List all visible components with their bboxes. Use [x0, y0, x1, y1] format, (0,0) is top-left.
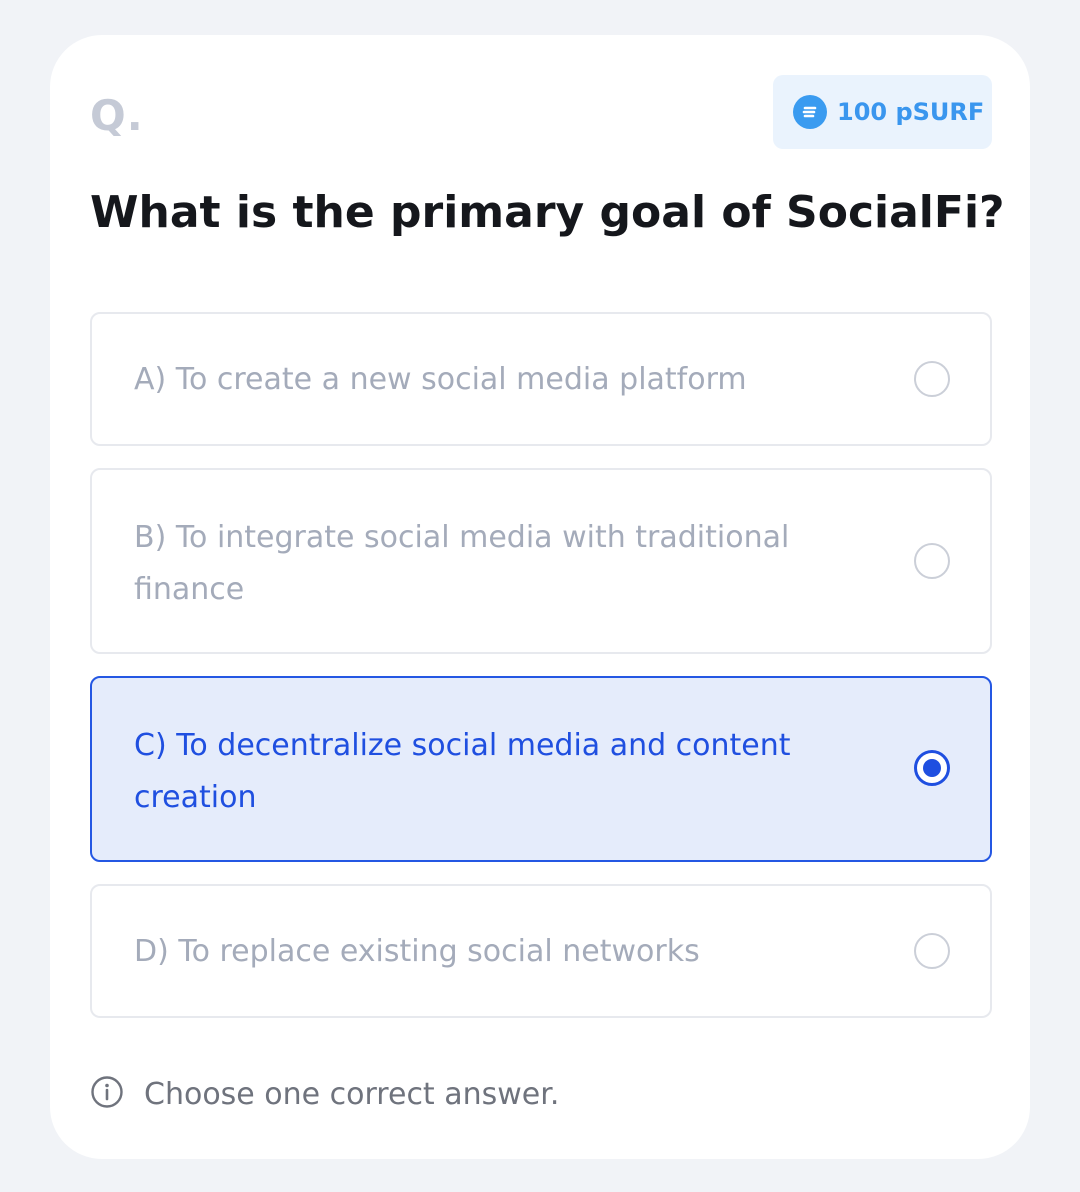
radio-button-c[interactable]: [914, 750, 950, 786]
answer-option-d[interactable]: D) To replace existing social networks: [90, 884, 992, 1018]
radio-selected-dot: [923, 759, 941, 777]
reward-badge: 100 pSURF: [773, 75, 992, 149]
question-title: What is the primary goal of SocialFi?: [90, 187, 1005, 238]
radio-button-d[interactable]: [914, 933, 950, 969]
answer-option-label: C) To decentralize social media and cont…: [134, 728, 791, 815]
answer-option-label: D) To replace existing social networks: [134, 934, 700, 969]
hint-text: Choose one correct answer.: [144, 1076, 560, 1112]
radio-button-b[interactable]: [914, 543, 950, 579]
answer-option-c[interactable]: C) To decentralize social media and cont…: [90, 676, 992, 862]
reward-amount: 100 pSURF: [837, 98, 985, 126]
answer-option-a[interactable]: A) To create a new social media platform: [90, 312, 992, 446]
question-marker: Q.: [90, 91, 144, 140]
quiz-card: Q. 100 pSURF What is the primary goal of…: [50, 35, 1030, 1159]
token-icon: [793, 95, 827, 129]
info-icon: [90, 1075, 124, 1113]
radio-button-a[interactable]: [914, 361, 950, 397]
hint-row: Choose one correct answer.: [90, 1075, 559, 1113]
answer-option-label: A) To create a new social media platform: [134, 362, 747, 397]
answer-option-b[interactable]: B) To integrate social media with tradit…: [90, 468, 992, 654]
answer-option-label: B) To integrate social media with tradit…: [134, 520, 790, 607]
